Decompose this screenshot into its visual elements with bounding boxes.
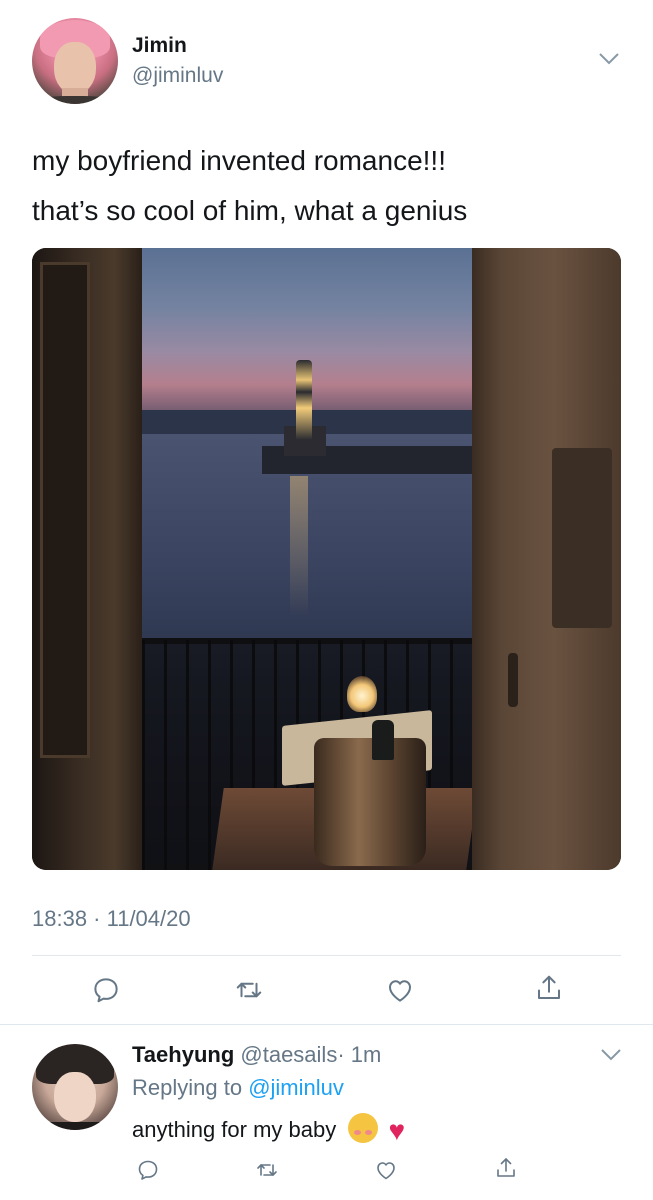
avatar-shirt (32, 1122, 118, 1130)
photo-reflection (290, 476, 308, 616)
chevron-down-icon[interactable] (598, 52, 620, 66)
avatar-face (54, 42, 96, 94)
share-button[interactable] (529, 968, 569, 1008)
reply-reply-button[interactable] (128, 1150, 168, 1190)
reply-text-content: anything for my baby (132, 1117, 337, 1142)
photo-lamp (347, 676, 377, 712)
section-divider (0, 1024, 653, 1025)
tweet-photo[interactable] (32, 248, 621, 870)
photo-right-panel (552, 448, 612, 628)
heart-icon (389, 980, 411, 1002)
heart-icon (377, 1162, 395, 1180)
retweet-icon (236, 982, 262, 998)
photo-shutter-handle (508, 653, 518, 707)
tweet-text-line: that’s so cool of him, what a genius (32, 195, 468, 226)
retweet-button[interactable] (229, 970, 269, 1010)
avatar-jimin[interactable] (32, 18, 118, 104)
divider (32, 955, 621, 956)
reply-header: Taehyung @taesails· 1m (132, 1042, 381, 1068)
smiling-face-with-hearts-icon (348, 1113, 379, 1143)
share-icon (497, 1158, 515, 1177)
reply-author-handle[interactable]: @taesails (240, 1042, 337, 1067)
like-button[interactable] (380, 970, 420, 1010)
tweet-text-line: my boyfriend invented romance!!! (32, 145, 446, 176)
avatar-shoulders (32, 96, 118, 104)
replying-to: Replying to @jiminluv (132, 1075, 344, 1101)
tweet-text: my boyfriend invented romance!!! that’s … (32, 136, 632, 236)
reply-icon (138, 1160, 158, 1180)
tweet-timestamp[interactable]: 18:38 · 11/04/20 (32, 906, 191, 932)
red-heart-icon: ♥ (388, 1115, 406, 1146)
reply-share-button[interactable] (486, 1148, 526, 1188)
reply-button[interactable] (86, 970, 126, 1010)
author-name[interactable]: Jimin (132, 34, 187, 58)
chevron-down-icon[interactable] (600, 1048, 622, 1062)
replying-handle-link[interactable]: @jiminluv (248, 1075, 344, 1100)
reply-author-name[interactable]: Taehyung (132, 1042, 234, 1067)
reply-text: anything for my baby ♥ (132, 1113, 405, 1147)
author-handle[interactable]: @jiminluv (132, 64, 223, 88)
photo-bottle (372, 720, 394, 760)
photo-left-window (40, 262, 90, 758)
avatar-taehyung[interactable] (32, 1044, 118, 1130)
replying-prefix: Replying to (132, 1075, 243, 1100)
photo-ice-bucket (314, 738, 426, 866)
retweet-icon (257, 1164, 277, 1176)
avatar-face (54, 1072, 96, 1122)
reply-retweet-button[interactable] (247, 1150, 287, 1190)
photo-lighthouse (296, 360, 312, 440)
reply-like-button[interactable] (366, 1150, 406, 1190)
share-icon (538, 975, 560, 999)
reply-icon (94, 978, 118, 1003)
reply-time: · 1m (337, 1042, 382, 1067)
